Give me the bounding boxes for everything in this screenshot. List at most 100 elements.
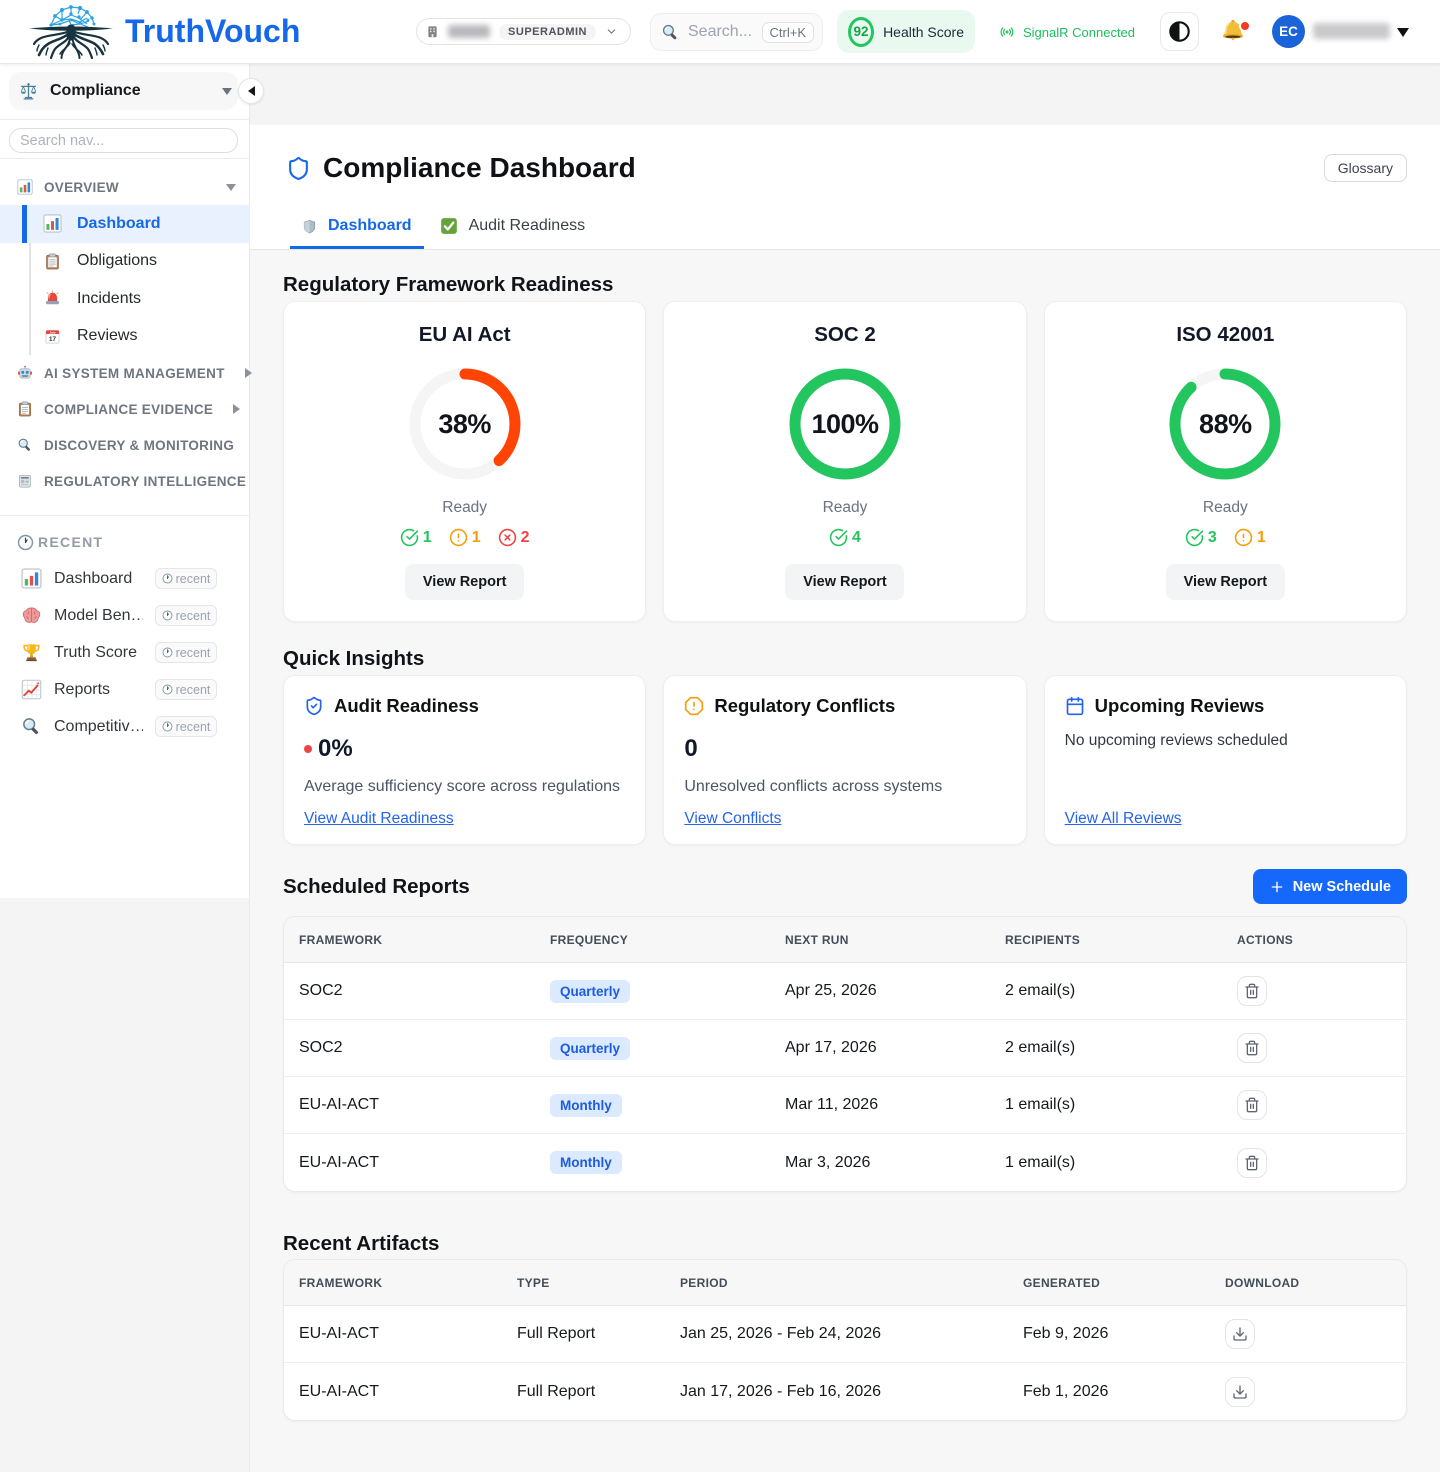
- insight-link[interactable]: View Audit Readiness: [304, 810, 454, 828]
- top-header: TruthVouch SUPERADMIN Search... Ctrl+K 9…: [0, 0, 1440, 64]
- tab-audit-readiness[interactable]: Audit Readiness: [428, 205, 598, 249]
- user-menu-caret-icon[interactable]: [1397, 28, 1409, 37]
- nav-search-input[interactable]: Search nav...: [9, 128, 238, 153]
- caret-right-icon: [245, 368, 252, 378]
- schedule-row: SOC2 Quarterly Apr 25, 2026 2 email(s): [284, 963, 1406, 1020]
- cell-period: Jan 25, 2026 - Feb 24, 2026: [665, 1306, 1008, 1363]
- insight-title: Regulatory Conflicts: [714, 695, 895, 717]
- cell-actions: [1222, 963, 1406, 1020]
- org-selector[interactable]: SUPERADMIN: [416, 18, 631, 45]
- search-icon: [661, 23, 680, 42]
- page-title: Compliance Dashboard: [323, 152, 1312, 184]
- cell-framework: EU-AI-ACT: [284, 1363, 502, 1420]
- workspace-label: Compliance: [50, 82, 210, 100]
- delete-button[interactable]: [1237, 1033, 1267, 1063]
- alert-octagon-icon: [684, 696, 704, 716]
- count-ok: 4: [829, 528, 861, 547]
- org-role-badge: SUPERADMIN: [499, 24, 596, 40]
- sidebar-collapse-button[interactable]: [238, 78, 264, 104]
- insight-description: Average sufficiency score across regulat…: [304, 778, 625, 796]
- workspace-selector[interactable]: Compliance: [9, 72, 238, 110]
- schedule-row: EU-AI-ACT Monthly Mar 11, 2026 1 email(s…: [284, 1077, 1406, 1134]
- siren-icon: [43, 290, 62, 307]
- health-score-pill[interactable]: 92 Health Score: [837, 10, 975, 53]
- glossary-button[interactable]: Glossary: [1324, 154, 1407, 182]
- tab-label: Audit Readiness: [469, 217, 586, 235]
- recent-item-competitiv-[interactable]: Competitiv… recent: [0, 708, 250, 745]
- recent-item-reports[interactable]: Reports recent: [0, 671, 250, 708]
- sidebar-item-reviews[interactable]: July17 Reviews: [0, 318, 250, 356]
- brand[interactable]: TruthVouch: [27, 3, 300, 59]
- delete-button[interactable]: [1237, 976, 1267, 1006]
- nav-section-label: COMPLIANCE EVIDENCE: [44, 402, 213, 417]
- cell-type: Full Report: [502, 1306, 665, 1363]
- magnifier-icon: [17, 437, 33, 453]
- cell-framework: EU-AI-ACT: [284, 1134, 535, 1191]
- bar-chart-icon: [17, 179, 33, 195]
- cell-recipients: 1 email(s): [990, 1134, 1222, 1191]
- download-button[interactable]: [1225, 1319, 1255, 1349]
- framework-status: Ready: [442, 499, 487, 517]
- nav-section-discovery-monitoring[interactable]: DISCOVERY & MONITORING: [0, 427, 250, 463]
- insight-link[interactable]: View Conflicts: [684, 810, 781, 828]
- column-header: DOWNLOAD: [1210, 1260, 1406, 1306]
- svg-text:July: July: [49, 330, 55, 334]
- notifications-button[interactable]: [1220, 19, 1246, 43]
- view-report-button[interactable]: View Report: [1166, 564, 1285, 600]
- sidebar-item-label: Reviews: [77, 327, 137, 345]
- building-icon: [426, 25, 439, 38]
- bell-icon: [1220, 19, 1246, 43]
- trash-icon: [1244, 1040, 1260, 1056]
- column-header: NEXT RUN: [770, 917, 990, 963]
- framework-cards: EU AI Act 38% Ready 112 View Report SOC …: [283, 301, 1407, 622]
- count-ok: 3: [1185, 528, 1217, 547]
- cell-recipients: 2 email(s): [990, 1020, 1222, 1077]
- nav-section-compliance-evidence[interactable]: COMPLIANCE EVIDENCE: [0, 391, 250, 427]
- cell-period: Jan 17, 2026 - Feb 16, 2026: [665, 1363, 1008, 1420]
- nav-section-overview[interactable]: OVERVIEW: [0, 169, 250, 205]
- signalr-status: SignalR Connected: [1000, 0, 1135, 64]
- recent-item-truth-score[interactable]: Truth Score recent: [0, 634, 250, 671]
- global-search[interactable]: Search... Ctrl+K: [650, 13, 823, 51]
- divider: [0, 515, 250, 516]
- view-report-button[interactable]: View Report: [785, 564, 904, 600]
- download-button[interactable]: [1225, 1377, 1255, 1407]
- check-circle-icon: [1185, 528, 1204, 547]
- tab-dashboard[interactable]: Dashboard: [290, 205, 424, 249]
- sidebar-item-incidents[interactable]: Incidents: [0, 280, 250, 318]
- clipboard-icon: [43, 253, 62, 270]
- nav-section-regulatory-intelligence[interactable]: REGULATORY INTELLIGENCE: [0, 463, 250, 499]
- framework-card-soc-2: SOC 2 100% Ready 4 View Report: [663, 301, 1026, 622]
- shield-icon: [286, 156, 311, 181]
- framework-status: Ready: [823, 499, 868, 517]
- delete-button[interactable]: [1237, 1148, 1267, 1178]
- frequency-pill: Quarterly: [550, 980, 630, 1003]
- insight-card-audit-readiness: Audit Readiness0%Average sufficiency sco…: [283, 675, 646, 845]
- nav-group: Dashboard Obligations Incidents July17 R…: [0, 205, 250, 355]
- insight-description: Unresolved conflicts across systems: [684, 778, 1005, 796]
- delete-button[interactable]: [1237, 1090, 1267, 1120]
- avatar[interactable]: EC: [1272, 15, 1305, 48]
- insights-section-title: Quick Insights: [283, 649, 1407, 669]
- sidebar-item-dashboard[interactable]: Dashboard: [0, 205, 250, 243]
- count-warn: 1: [449, 528, 481, 547]
- theme-toggle-button[interactable]: [1160, 12, 1199, 51]
- nav-section-ai-system-management[interactable]: AI SYSTEM MANAGEMENT: [0, 355, 250, 391]
- view-report-button[interactable]: View Report: [405, 564, 524, 600]
- count-warn: 1: [1234, 528, 1266, 547]
- sidebar-nav: OVERVIEW Dashboard Obligations Incidents…: [0, 169, 250, 499]
- insight-card-upcoming-reviews: Upcoming ReviewsNo upcoming reviews sche…: [1044, 675, 1407, 845]
- new-schedule-button[interactable]: New Schedule: [1253, 869, 1407, 904]
- recent-badge: recent: [155, 642, 217, 663]
- recent-badge: recent: [155, 679, 217, 700]
- framework-name: SOC 2: [814, 323, 876, 347]
- sidebar-item-obligations[interactable]: Obligations: [0, 243, 250, 281]
- cell-framework: EU-AI-ACT: [284, 1077, 535, 1134]
- cell-actions: [1222, 1134, 1406, 1191]
- recent-item-dashboard[interactable]: Dashboard recent: [0, 560, 250, 597]
- recent-item-model-ben-[interactable]: Model Ben… recent: [0, 597, 250, 634]
- contrast-icon: [1168, 20, 1191, 43]
- insight-title: Upcoming Reviews: [1095, 695, 1265, 717]
- insight-link[interactable]: View All Reviews: [1065, 810, 1182, 828]
- cell-next-run: Mar 11, 2026: [770, 1077, 990, 1134]
